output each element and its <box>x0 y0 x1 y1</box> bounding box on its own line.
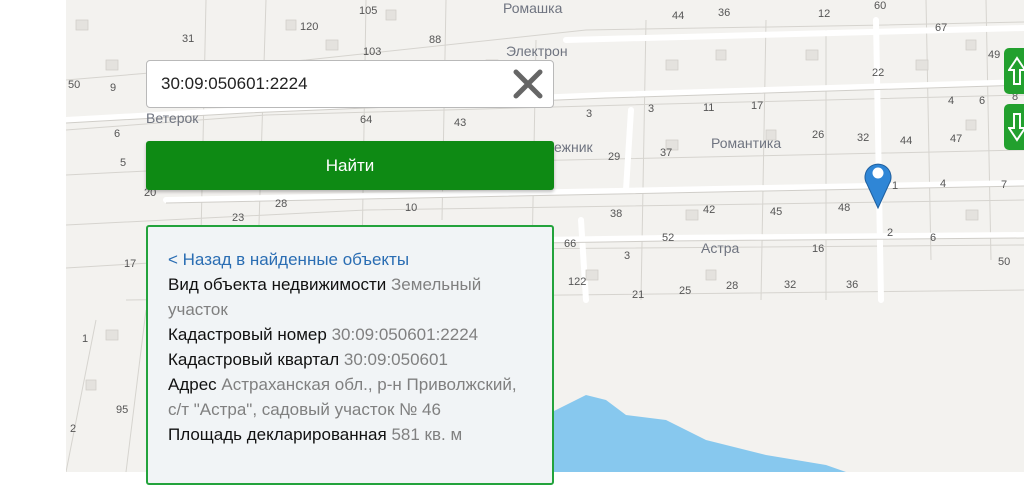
house-number: 50 <box>68 79 80 91</box>
house-number: 4 <box>940 178 946 190</box>
house-number: 42 <box>703 204 715 216</box>
house-number: 28 <box>726 280 738 292</box>
house-number: 31 <box>182 33 194 45</box>
object-info-panel: < Назад в найденные объекты Вид объекта … <box>146 225 554 485</box>
house-number: 103 <box>363 46 381 58</box>
street-label: Астра <box>701 240 740 256</box>
find-button[interactable]: Найти <box>146 141 554 190</box>
house-number: 32 <box>857 132 869 144</box>
map-pin-icon[interactable] <box>863 158 893 210</box>
house-number: 45 <box>770 206 782 218</box>
house-number: 52 <box>662 232 674 244</box>
street-label: ежник <box>554 139 594 155</box>
back-to-results-link[interactable]: < Назад в найденные объекты <box>168 247 530 272</box>
info-label: Вид объекта недвижимости <box>168 275 387 294</box>
house-number: 36 <box>846 279 858 291</box>
house-number: 2 <box>887 227 893 239</box>
house-number: 11 <box>703 102 714 114</box>
info-value: 581 кв. м <box>391 425 463 444</box>
house-number: 48 <box>838 202 850 214</box>
house-number: 3 <box>624 250 630 262</box>
info-row-cadastral-quarter: Кадастровый квартал 30:09:050601 <box>168 347 530 372</box>
house-number: 12 <box>818 8 830 20</box>
house-number: 44 <box>900 135 912 147</box>
info-label: Кадастровый квартал <box>168 350 340 369</box>
info-label: Кадастровый номер <box>168 325 327 344</box>
info-label: Адрес <box>168 375 217 394</box>
house-number: 32 <box>784 279 796 291</box>
house-number: 5 <box>120 157 126 169</box>
cadastral-search-input[interactable] <box>147 61 497 107</box>
house-number: 17 <box>124 258 136 270</box>
search-box <box>146 60 554 108</box>
house-number: 28 <box>275 198 287 210</box>
house-number: 36 <box>718 7 730 19</box>
house-number: 38 <box>610 208 622 220</box>
house-number: 37 <box>660 147 672 159</box>
house-number: 22 <box>872 67 884 79</box>
house-number: 10 <box>405 202 417 214</box>
house-number: 7 <box>1001 179 1007 191</box>
house-number: 66 <box>564 238 576 250</box>
house-number: 29 <box>608 151 620 163</box>
house-number: 6 <box>114 128 120 140</box>
arrow-down-icon <box>1008 113 1024 142</box>
house-number: 6 <box>930 232 936 244</box>
house-number: 25 <box>679 285 691 297</box>
house-number: 4 <box>948 95 954 107</box>
info-label: Площадь декларированная <box>168 425 387 444</box>
house-number: 43 <box>454 117 466 129</box>
house-number: 3 <box>648 103 654 115</box>
house-number: 21 <box>632 289 644 301</box>
house-number: 26 <box>812 129 824 141</box>
info-value: 30:09:050601 <box>343 350 448 369</box>
street-label: Ромашка <box>503 0 563 16</box>
info-row-cadastral-number: Кадастровый номер 30:09:050601:2224 <box>168 322 530 347</box>
house-number: 23 <box>232 212 244 224</box>
house-number: 47 <box>950 133 962 145</box>
house-number: 105 <box>359 5 377 17</box>
info-value: Астраханская обл., р-н Приволжский, с/т … <box>168 375 517 419</box>
street-label: Ветерок <box>146 110 199 126</box>
house-number: 3 <box>586 108 592 120</box>
house-number: 122 <box>568 276 586 288</box>
info-row-address: Адрес Астраханская обл., р-н Приволжский… <box>168 372 530 422</box>
scroll-down-button[interactable] <box>1004 104 1024 150</box>
house-number: 67 <box>935 22 947 34</box>
house-number: 17 <box>751 100 763 112</box>
house-number: 88 <box>429 34 441 46</box>
house-number: 95 <box>116 404 128 416</box>
info-row-object-type: Вид объекта недвижимости Земельный участ… <box>168 272 530 322</box>
house-number: 50 <box>998 256 1010 268</box>
house-number: 49 <box>988 49 1000 61</box>
close-icon <box>513 69 543 99</box>
info-row-declared-area: Площадь декларированная 581 кв. м <box>168 422 530 447</box>
street-label: Электрон <box>506 43 568 59</box>
house-number: 2 <box>70 423 76 435</box>
house-number: 16 <box>812 243 824 255</box>
arrow-up-icon <box>1008 56 1024 85</box>
house-number: 9 <box>110 82 116 94</box>
house-number: 44 <box>672 10 684 22</box>
house-number: 60 <box>874 0 886 12</box>
house-number: 6 <box>979 95 985 107</box>
house-number: 120 <box>300 21 318 33</box>
house-number: 64 <box>360 114 372 126</box>
scroll-up-button[interactable] <box>1004 48 1024 94</box>
info-value: 30:09:050601:2224 <box>331 325 479 344</box>
clear-search-button[interactable] <box>509 65 547 103</box>
house-number: 1 <box>82 333 88 345</box>
street-label: Романтика <box>711 135 781 151</box>
